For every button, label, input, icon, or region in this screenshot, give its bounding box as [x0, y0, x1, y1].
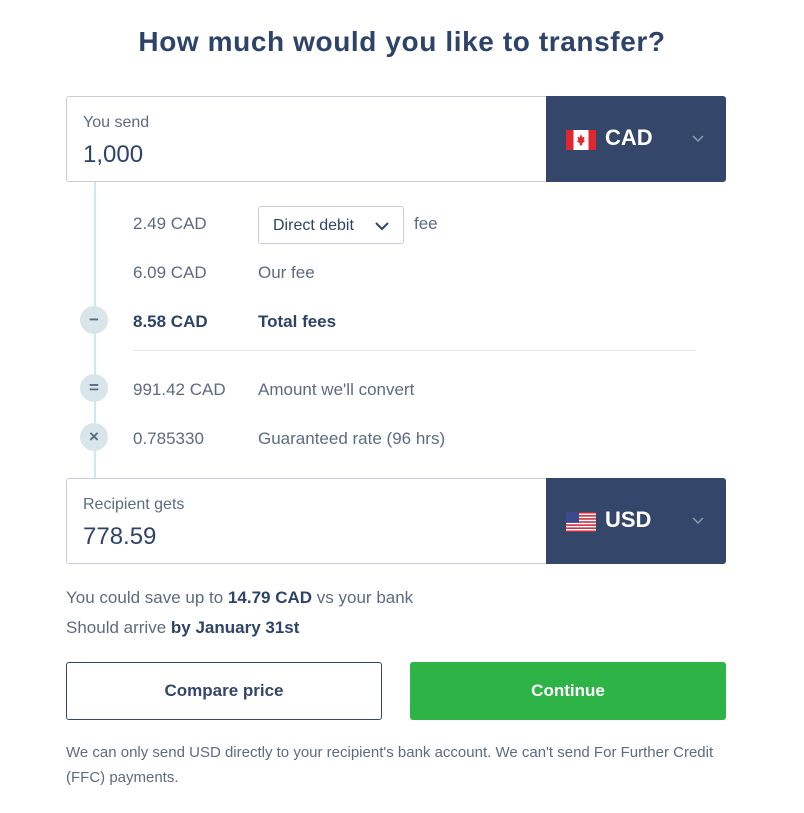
receive-currency-code: USD	[605, 507, 652, 532]
equals-icon: =	[80, 374, 108, 402]
chevron-down-icon	[692, 135, 704, 143]
multiply-icon: ×	[80, 423, 108, 451]
payment-fee-amount: 2.49 CAD	[133, 214, 207, 233]
payment-method-value: Direct debit	[273, 217, 354, 234]
ffc-note: We can only send USD directly to your re…	[66, 744, 714, 786]
arrival-text: Should arrive by January 31st	[66, 618, 299, 638]
receive-currency-select[interactable]: USD	[546, 478, 726, 564]
rate-value: 0.785330	[133, 429, 204, 448]
payment-fee-label: fee	[414, 214, 438, 233]
send-amount-label: You send	[83, 114, 150, 131]
receive-amount-label: Recipient gets	[83, 496, 185, 513]
our-fee-amount: 6.09 CAD	[133, 263, 207, 282]
rate-label: Guaranteed rate (96 hrs)	[258, 429, 446, 448]
total-fees-label: Total fees	[258, 312, 337, 331]
arrival-date: by January 31st	[170, 618, 300, 637]
savings-text: You could save up to 14.79 CAD vs your b…	[66, 588, 413, 608]
send-currency-code: CAD	[605, 125, 653, 150]
chevron-down-icon	[375, 222, 389, 231]
total-fees-amount: 8.58 CAD	[133, 312, 208, 331]
us-flag-icon	[566, 512, 596, 532]
compare-price-button[interactable]: Compare price	[66, 662, 382, 720]
savings-suffix: vs your bank	[316, 588, 414, 607]
minus-icon: −	[80, 306, 108, 334]
send-amount-box: You send 1,000 CAD	[66, 96, 726, 182]
savings-prefix: You could save up to	[66, 588, 224, 607]
send-currency-select[interactable]: CAD	[546, 96, 726, 182]
payment-method-select[interactable]: Direct debit	[258, 206, 404, 244]
canada-flag-icon	[566, 130, 596, 150]
send-amount-input[interactable]: 1,000	[83, 141, 143, 169]
fees-divider	[133, 350, 696, 351]
convert-label: Amount we'll convert	[258, 380, 415, 399]
savings-amount: 14.79 CAD	[227, 588, 313, 607]
receive-amount-input[interactable]: 778.59	[83, 523, 156, 551]
chevron-down-icon	[692, 517, 704, 525]
receive-amount-box: Recipient gets 778.59 USD	[66, 478, 726, 564]
our-fee-label: Our fee	[258, 263, 315, 282]
continue-button[interactable]: Continue	[410, 662, 726, 720]
page-title: How much would you like to transfer?	[138, 26, 666, 57]
convert-amount: 991.42 CAD	[133, 380, 226, 399]
arrival-prefix: Should arrive	[66, 618, 167, 637]
